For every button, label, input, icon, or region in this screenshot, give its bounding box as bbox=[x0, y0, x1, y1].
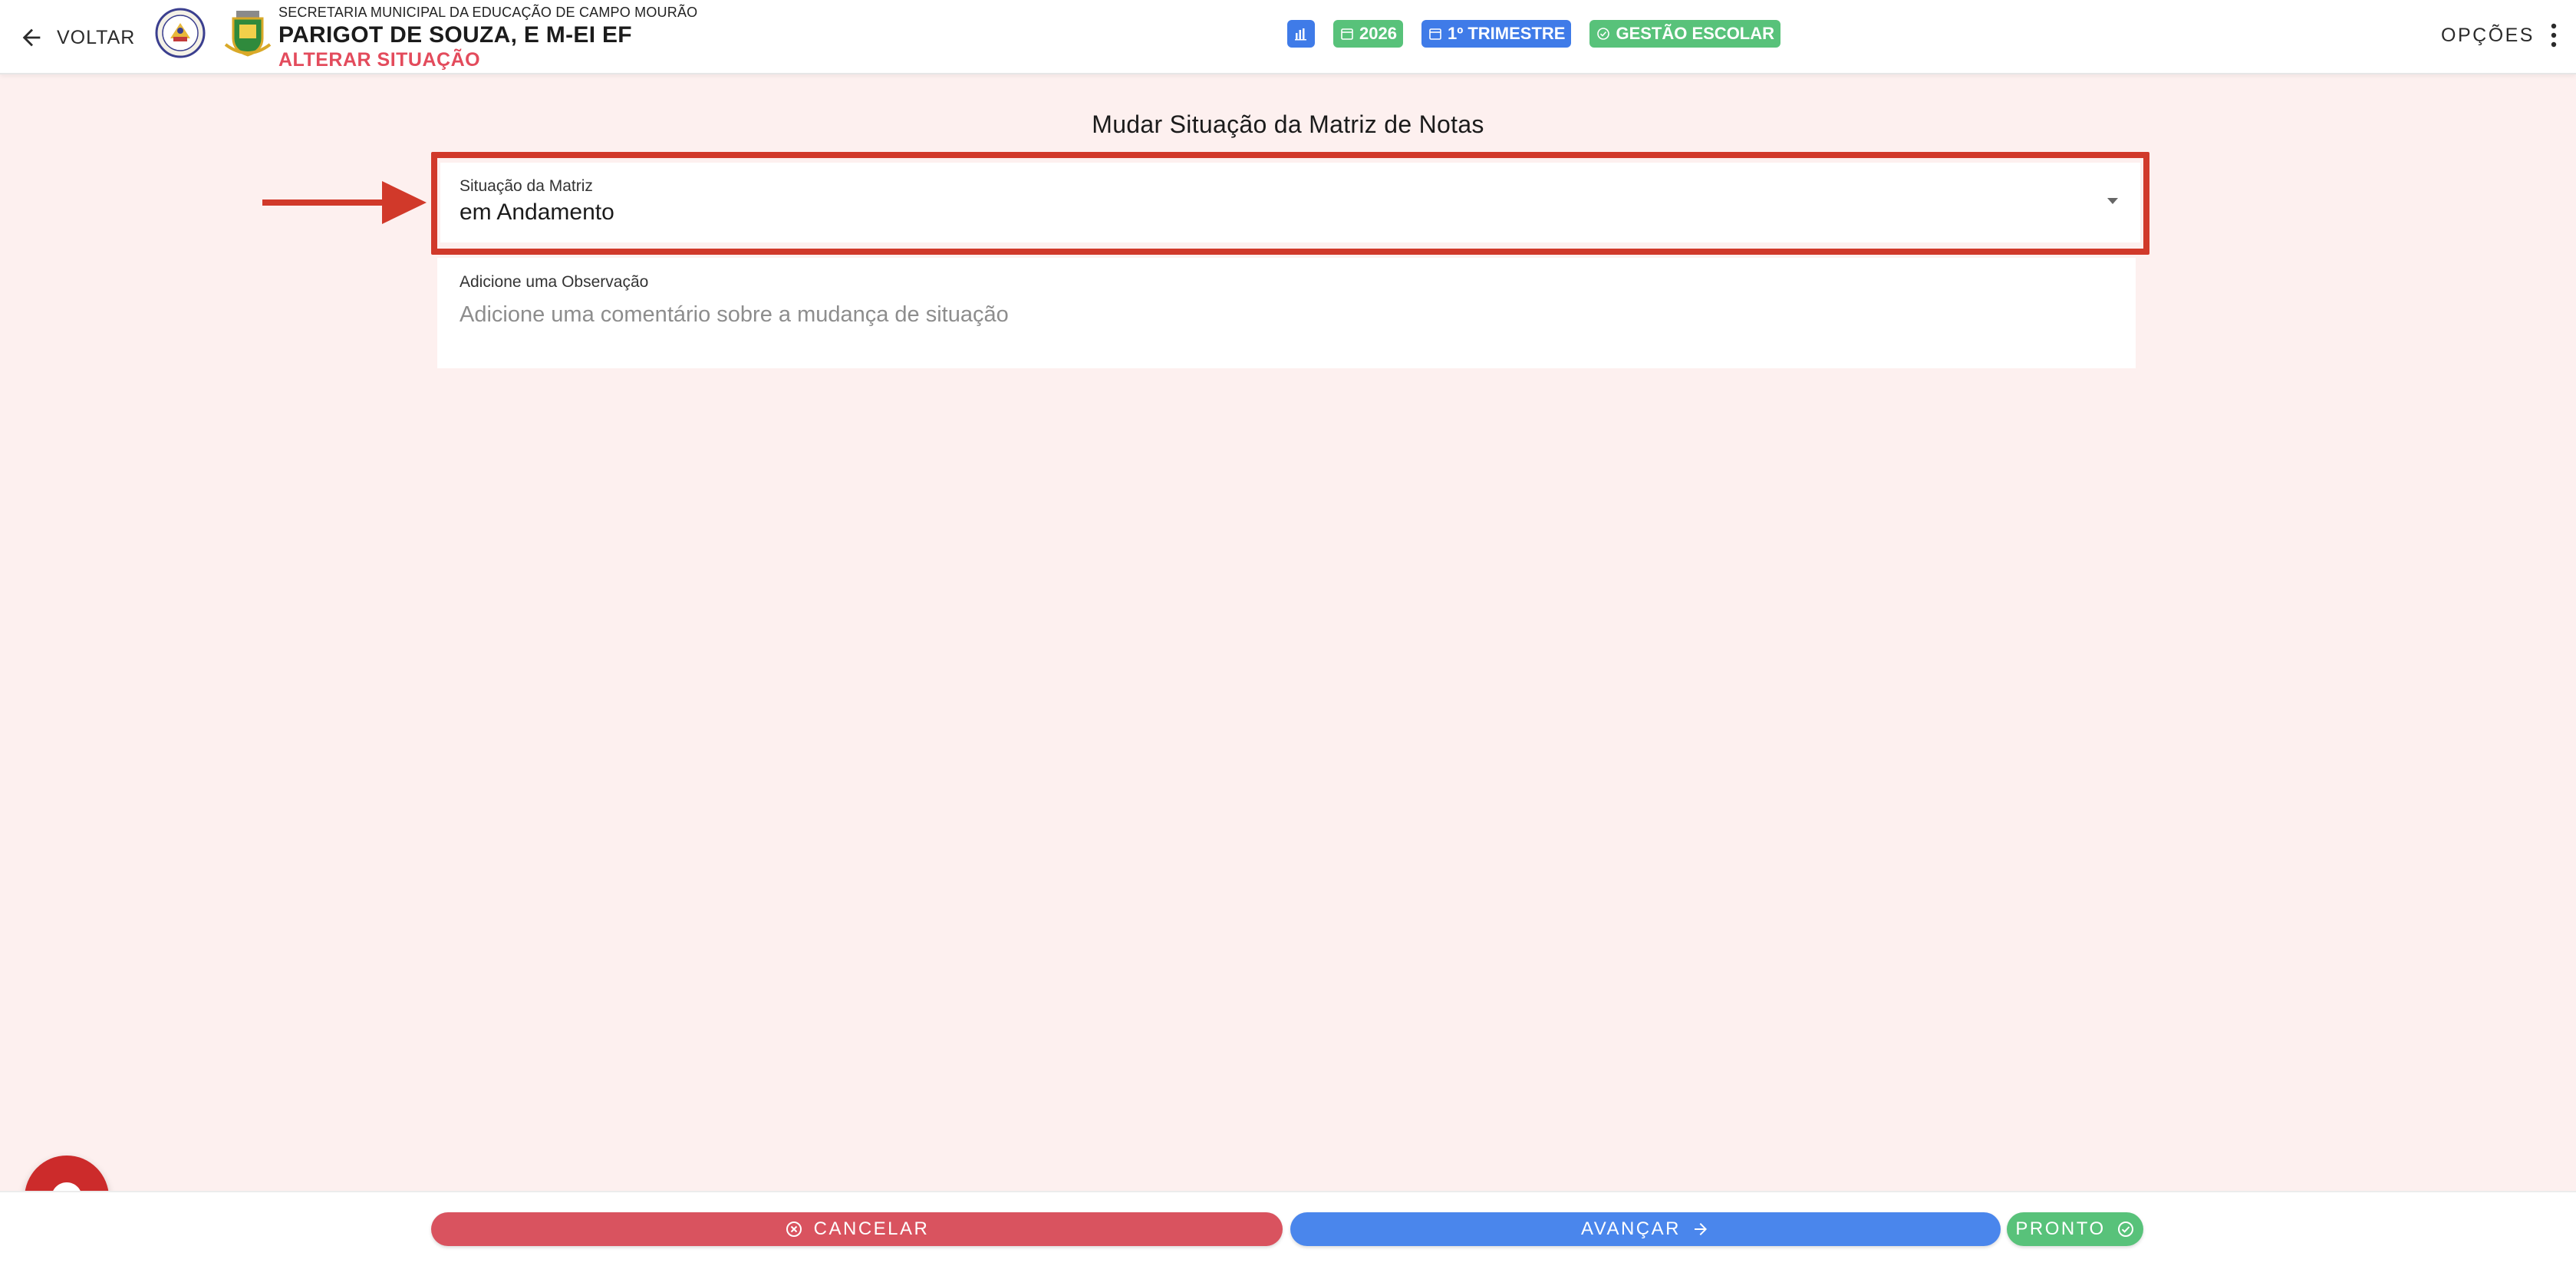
bar-chart-icon bbox=[1295, 28, 1306, 41]
observation-field: Adicione uma Observação bbox=[437, 258, 2136, 368]
module-chip[interactable]: GESTÃO ESCOLAR bbox=[1589, 20, 1781, 48]
situacao-matriz-select[interactable]: Situação da Matriz em Andamento bbox=[440, 163, 2140, 242]
back-button[interactable]: VOLTAR bbox=[18, 20, 135, 55]
options-menu-button[interactable]: OPÇÕES bbox=[2441, 21, 2558, 49]
municipal-seal-logo bbox=[155, 8, 206, 58]
secretaria-name: SECRETARIA MUNICIPAL DA EDUCAÇÃO DE CAMP… bbox=[278, 5, 698, 20]
stats-chip[interactable] bbox=[1287, 20, 1315, 48]
cancel-button[interactable]: CANCELAR bbox=[431, 1212, 1283, 1246]
year-chip-label: 2026 bbox=[1359, 24, 1397, 43]
city-crest-logo bbox=[224, 11, 272, 57]
school-name: PARIGOT DE SOUZA, E M-EI EF bbox=[278, 22, 632, 48]
done-button[interactable]: PRONTO bbox=[2007, 1212, 2143, 1246]
school-info: SECRETARIA MUNICIPAL DA EDUCAÇÃO DE CAMP… bbox=[278, 5, 697, 71]
module-chip-label: GESTÃO ESCOLAR bbox=[1616, 24, 1775, 43]
next-label: AVANÇAR bbox=[1581, 1218, 1681, 1239]
arrow-left-icon bbox=[22, 28, 41, 47]
check-circle-icon bbox=[2117, 1221, 2133, 1237]
year-chip[interactable]: 2026 bbox=[1333, 20, 1403, 48]
context-chips: 2026 1º TRIMESTRE GESTÃO ESCOLAR bbox=[1287, 20, 1781, 48]
period-chip-label: 1º TRIMESTRE bbox=[1447, 24, 1566, 43]
more-vertical-icon bbox=[2551, 23, 2557, 48]
observation-label: Adicione uma Observação bbox=[460, 273, 649, 291]
close-circle-icon bbox=[786, 1221, 802, 1237]
caret-down-icon bbox=[2107, 198, 2118, 204]
bottom-action-bar: CANCELAR AVANÇAR PRONTO bbox=[0, 1191, 2576, 1266]
back-label: VOLTAR bbox=[57, 26, 136, 48]
top-app-bar: VOLTAR SECRETARIA MUNICIPAL DA EDUCAÇÃO … bbox=[0, 0, 2576, 74]
check-circle-icon bbox=[1597, 28, 1610, 40]
next-button[interactable]: AVANÇAR bbox=[1290, 1212, 2001, 1246]
page-title: Mudar Situação da Matriz de Notas bbox=[1092, 110, 1484, 138]
select-value: em Andamento bbox=[460, 199, 614, 225]
select-label: Situação da Matriz bbox=[460, 177, 593, 195]
arrow-right-annotation-icon bbox=[262, 181, 427, 224]
page-action-label: ALTERAR SITUAÇÃO bbox=[278, 49, 481, 71]
arrow-right-icon bbox=[1694, 1223, 1707, 1235]
calendar-icon bbox=[1429, 28, 1441, 40]
observation-textarea[interactable] bbox=[460, 302, 2109, 348]
calendar-icon bbox=[1341, 28, 1353, 40]
cancel-label: CANCELAR bbox=[813, 1218, 930, 1239]
period-chip[interactable]: 1º TRIMESTRE bbox=[1421, 20, 1572, 48]
done-label: PRONTO bbox=[2015, 1218, 2106, 1239]
options-label: OPÇÕES bbox=[2441, 24, 2535, 46]
